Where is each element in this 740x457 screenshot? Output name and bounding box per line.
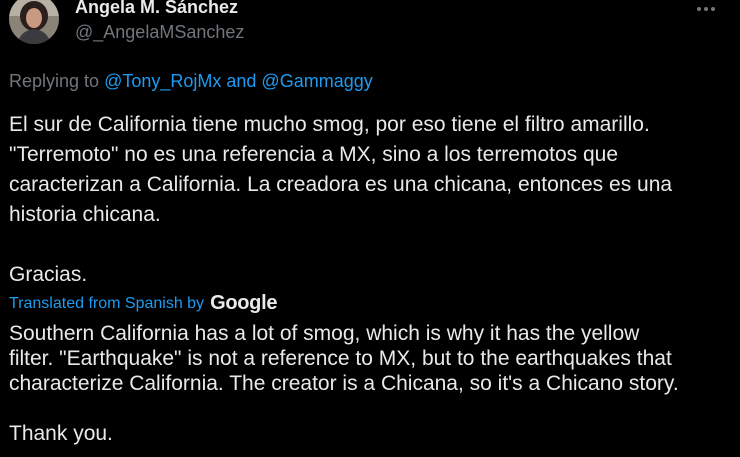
author-handle[interactable]: @_AngelaMSanchez xyxy=(75,22,244,43)
more-options-button[interactable] xyxy=(692,0,720,20)
tweet-original-text: El sur de California tiene mucho smog, p… xyxy=(9,113,673,286)
tweet-translated-text: Southern California has a lot of smog, w… xyxy=(9,322,679,445)
author-avatar[interactable] xyxy=(9,0,59,44)
mention-connector: and xyxy=(221,71,262,91)
user-avatar-icon xyxy=(9,0,59,44)
mention-link-tony[interactable]: @Tony_RojMx xyxy=(104,71,221,91)
replying-prefix: Replying to xyxy=(9,71,105,91)
google-logo: Google xyxy=(210,292,278,314)
mention-link-gammaggy[interactable]: @Gammaggy xyxy=(261,71,372,91)
more-horizontal-icon xyxy=(697,7,715,11)
translation-attribution[interactable]: Translated from Spanish by Google xyxy=(9,292,277,315)
translated-from-label: Translated from Spanish by xyxy=(9,294,205,312)
replying-to: Replying to @Tony_RojMx and @Gammaggy xyxy=(9,71,373,92)
author-display-name[interactable]: Angela M. Sánchez xyxy=(75,0,238,18)
